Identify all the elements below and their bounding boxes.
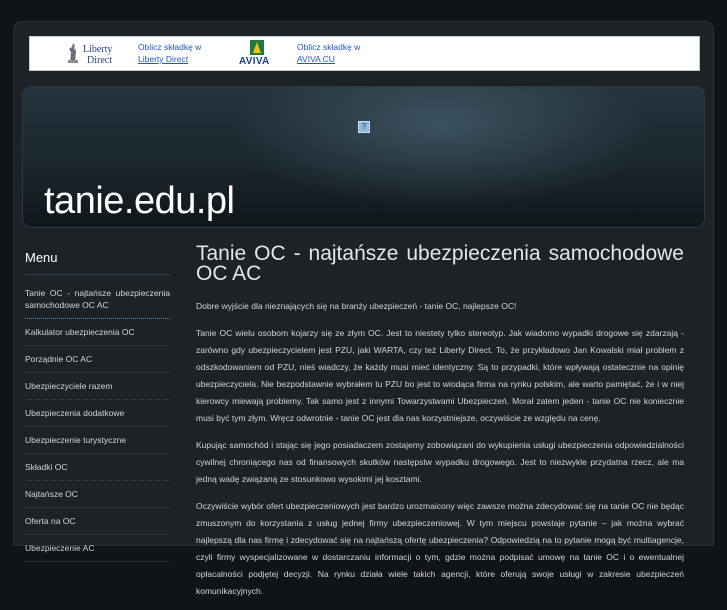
aviva-ad-link[interactable]: Oblicz składkę w AVIVA CU <box>297 41 360 65</box>
aviva-ad-line2[interactable]: AVIVA CU <box>297 53 360 65</box>
sidebar-item-oferta[interactable]: Oferta na OC <box>25 508 170 535</box>
article-paragraph: Dobre wyjście dla nieznających się na br… <box>196 301 517 311</box>
sidebar-item-porzadnie-oc-ac[interactable]: Porządnie OC AC <box>25 346 170 373</box>
site-title[interactable]: tanie.edu.pl <box>44 180 235 223</box>
sidebar-menu: Tanie OC - najtańsze ubezpieczenia samoc… <box>25 275 170 562</box>
sidebar-item-skladki[interactable]: Składki OC <box>25 454 170 481</box>
liberty-ad-link[interactable]: Oblicz składkę w Liberty Direct <box>138 41 201 65</box>
sidebar-item-dodatkowe[interactable]: Ubezpieczenia dodatkowe <box>25 400 170 427</box>
aviva-ad-line1: Oblicz składkę w <box>297 42 361 52</box>
ad-strip: Liberty Direct Oblicz składkę w Liberty … <box>29 36 700 71</box>
liberty-statue-icon <box>68 43 78 63</box>
sidebar: Menu Tanie OC - najtańsze ubezpieczenia … <box>25 250 170 562</box>
sidebar-item-ac[interactable]: Ubezpieczenie AC <box>25 535 170 562</box>
main-content: Tanie OC - najtańsze ubezpieczenia samoc… <box>196 242 684 610</box>
aviva-mark-icon <box>250 40 264 55</box>
broken-image-icon: ? <box>358 121 370 133</box>
liberty-logo-line1: Liberty <box>83 44 113 55</box>
aviva-logo[interactable]: AVIVA <box>239 40 279 68</box>
article-paragraph: Oczywiście wybór ofert ubezpieczeniowych… <box>196 501 684 596</box>
sidebar-item-najtansze[interactable]: Najtańsze OC <box>25 481 170 508</box>
sidebar-item-kalkulator[interactable]: Kalkulator ubezpieczenia OC <box>25 319 170 346</box>
liberty-direct-logo[interactable]: Liberty Direct <box>66 41 122 67</box>
sidebar-item-turystyczne[interactable]: Ubezpieczenie turystyczne <box>25 427 170 454</box>
article-title: Tanie OC - najtańsze ubezpieczenia samoc… <box>196 242 684 285</box>
sidebar-item-ubezpieczyciele[interactable]: Ubezpieczyciele razem <box>25 373 170 400</box>
aviva-logo-word: AVIVA <box>239 56 270 67</box>
header-banner: ? tanie.edu.pl <box>22 86 705 228</box>
sidebar-item-tanie-oc[interactable]: Tanie OC - najtańsze ubezpieczenia samoc… <box>25 275 170 319</box>
liberty-ad-line2[interactable]: Liberty Direct <box>138 53 201 65</box>
liberty-ad-line1: Oblicz składkę w <box>138 42 202 52</box>
liberty-logo-line2: Direct <box>87 55 112 66</box>
menu-heading: Menu <box>25 250 170 275</box>
article-paragraph: Tanie OC wielu osobom kojarzy się ze zły… <box>196 328 684 423</box>
article-paragraph: Kupując samochód i stając się jego posia… <box>196 440 684 484</box>
